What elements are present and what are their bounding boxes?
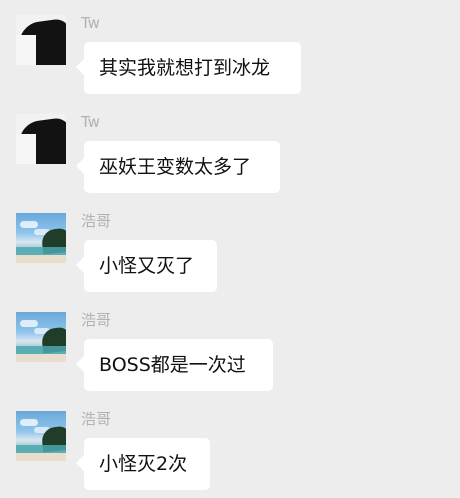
sender-name: Tw <box>81 14 100 32</box>
sand-icon <box>16 255 66 263</box>
chat-message: Tw 其实我就想打到冰龙 <box>0 8 460 98</box>
avatar[interactable] <box>16 411 66 461</box>
cloud-icon <box>20 320 38 327</box>
chat-message: 浩哥 BOSS都是一次过 <box>0 305 460 395</box>
message-bubble[interactable]: 小怪又灭了 <box>84 240 217 292</box>
chat-message: 浩哥 小怪又灭了 <box>0 206 460 296</box>
chat-message: Tw 巫妖王变数太多了 <box>0 107 460 197</box>
bubble-tail <box>76 59 84 75</box>
bubble-tail <box>76 257 84 273</box>
sender-name: 浩哥 <box>81 410 112 428</box>
avatar[interactable] <box>16 15 66 65</box>
message-bubble[interactable]: 小怪灭2次 <box>84 438 210 490</box>
message-bubble[interactable]: 其实我就想打到冰龙 <box>84 42 301 94</box>
avatar[interactable] <box>16 312 66 362</box>
cloud-icon <box>20 221 38 228</box>
avatar[interactable] <box>16 114 66 164</box>
avatar-highlight <box>16 35 36 65</box>
sender-name: 浩哥 <box>81 311 112 329</box>
avatar[interactable] <box>16 213 66 263</box>
message-bubble[interactable]: BOSS都是一次过 <box>84 339 273 391</box>
sand-icon <box>16 354 66 362</box>
bubble-tail <box>76 455 84 471</box>
avatar-highlight <box>16 134 36 164</box>
message-bubble[interactable]: 巫妖王变数太多了 <box>84 141 280 193</box>
sea-icon <box>16 247 66 255</box>
chat-message: 浩哥 小怪灭2次 <box>0 404 460 494</box>
bubble-tail <box>76 158 84 174</box>
sender-name: Tw <box>81 113 100 131</box>
sea-icon <box>16 346 66 354</box>
chat-message-list: Tw 其实我就想打到冰龙 Tw 巫妖王变数太多了 浩哥 小怪又灭了 浩哥 BOS… <box>0 0 460 498</box>
sea-icon <box>16 445 66 453</box>
cloud-icon <box>20 419 38 426</box>
sender-name: 浩哥 <box>81 212 112 230</box>
bubble-tail <box>76 356 84 372</box>
sand-icon <box>16 453 66 461</box>
